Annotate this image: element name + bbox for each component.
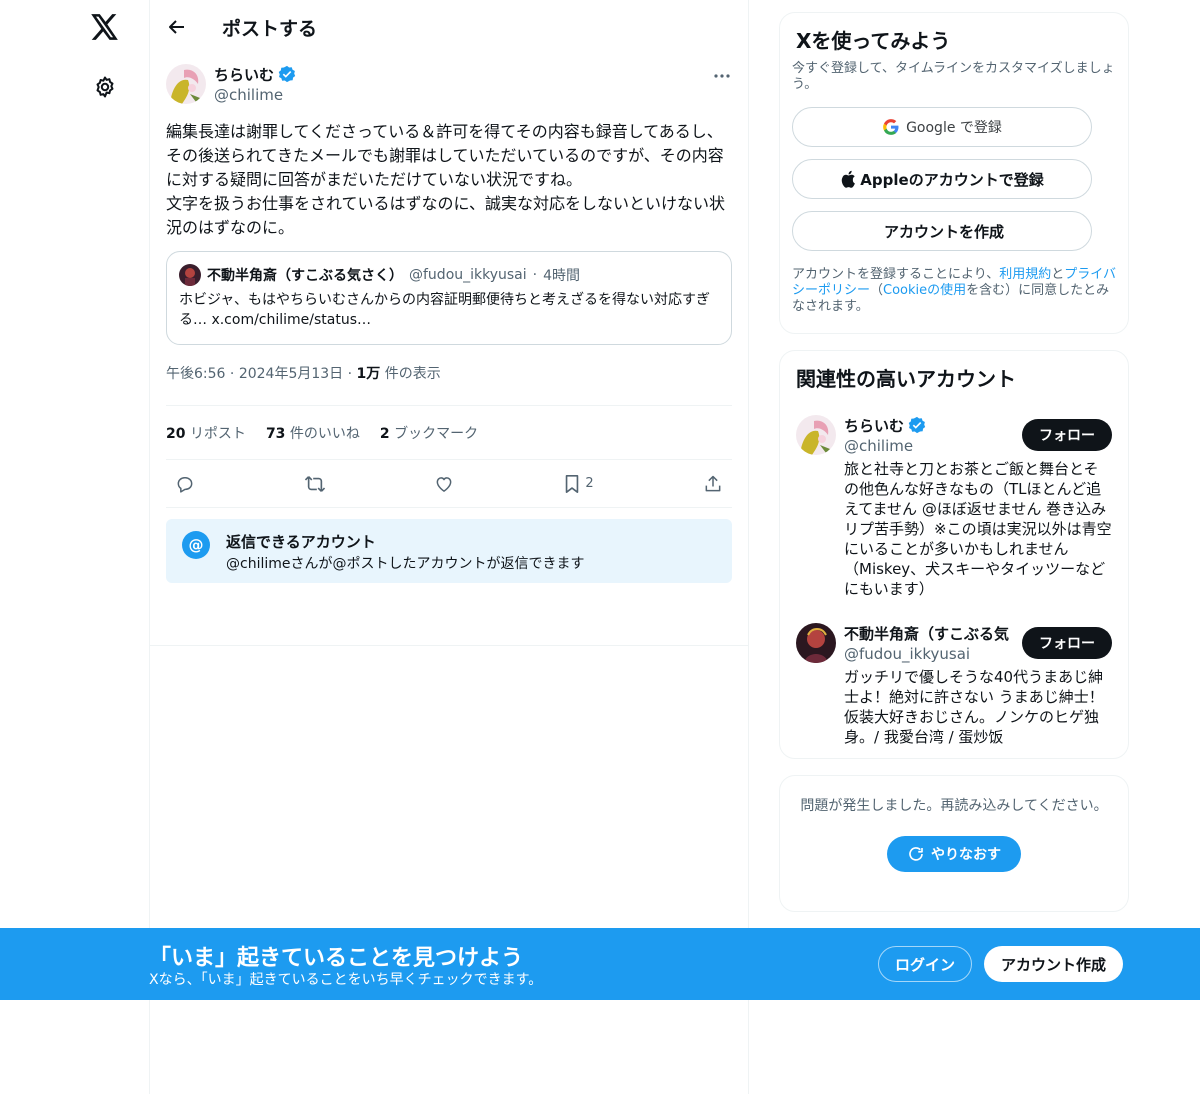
account-bio: ガッチリで優しそうな40代うまあじ紳士よ！絶対に許さない うまあじ紳士！仮装大好… [844, 668, 1104, 746]
post-meta: 午後6:56 · 2024年5月13日 · 1万 件の表示 [166, 363, 732, 385]
account-name[interactable]: 不動半角斎（すこぶる気 [844, 623, 1009, 643]
bookmarks-stat[interactable]: 2 ブックマーク [380, 423, 478, 443]
legal-paren: （ [870, 283, 884, 298]
author-handle[interactable]: @chilime [214, 84, 296, 106]
apple-logo-icon [840, 170, 856, 188]
at-sign-icon: @ [182, 531, 210, 559]
bottom-signup-bar: 「いま」起きていることを見つけよう Xなら、「いま」起きていることをいち早くチェ… [0, 928, 1200, 1000]
signup-subtitle: 今すぐ登録して、タイムラインをカスタマイズしましょう。 [792, 61, 1115, 92]
arrow-left-icon[interactable] [166, 16, 188, 38]
separator-dot: · [532, 267, 538, 283]
login-button[interactable]: ログイン [878, 946, 972, 982]
views-label: 件の表示 [384, 366, 441, 382]
account-item[interactable]: ちらいむ @chilime 旅と社寺と刀とお茶とご飯と舞台とその他色んな好きなも… [796, 415, 1112, 599]
avatar[interactable] [166, 64, 206, 104]
retry-button[interactable]: やりなおす [887, 836, 1021, 872]
bookmarks-count: 2 [379, 425, 390, 442]
gear-icon[interactable] [90, 72, 120, 102]
reposts-stat[interactable]: 20 リポスト [166, 423, 246, 443]
create-account-button[interactable]: アカウントを作成 [792, 211, 1092, 251]
retry-label: やりなおす [931, 847, 1001, 863]
reply-restriction-title: 返信できるアカウント [226, 533, 376, 551]
related-accounts-card: 関連性の高いアカウント ちらいむ @chilime 旅と社寺と刀とお茶とご飯と舞… [779, 350, 1129, 759]
bookmark-count: 2 [585, 476, 594, 491]
signup-button[interactable]: アカウント作成 [984, 946, 1123, 982]
more-options-icon[interactable] [712, 66, 732, 86]
cookie-link[interactable]: Cookieの使用 [883, 283, 966, 298]
follow-button[interactable]: フォロー [1022, 627, 1112, 659]
share-icon[interactable] [698, 469, 728, 499]
page-header: ポストする [150, 0, 748, 54]
separator-dot: · [229, 366, 239, 382]
avatar[interactable] [796, 415, 836, 455]
bottom-bar-subtitle: Xなら、「いま」起きていることをいち早くチェックできます。 [149, 972, 543, 988]
quote-text: ホビジャ、もはやちらいむさんからの内容証明郵便待ちと考えざるを得ない対応すぎる…… [179, 292, 711, 328]
post-text: 編集長達は謝罪してくださっている＆許可を得てその内容も録音してあるし、その後送ら… [166, 122, 726, 237]
author-name[interactable]: ちらいむ [214, 64, 274, 85]
repost-icon[interactable] [300, 469, 330, 499]
like-icon[interactable] [429, 469, 459, 499]
post: ちらいむ @chilime 編集長達は謝罪してくださっている＆許可を得てその内容… [150, 54, 748, 646]
quote-tweet[interactable]: 不動半角斎（すこぶる気さく） @fudou_ikkyusai · 4時間 ホビジ… [166, 251, 732, 345]
post-date[interactable]: 2024年5月13日 [239, 366, 343, 382]
legal-prefix: アカウントを登録することにより、 [792, 267, 1000, 282]
refresh-icon [907, 845, 925, 863]
account-name[interactable]: ちらいむ [844, 415, 904, 435]
account-item[interactable]: 不動半角斎（すこぶる気 @fudou_ikkyusai ガッチリで優しそうな40… [796, 623, 1112, 747]
quote-time: 4時間 [543, 268, 581, 284]
quote-author-name: 不動半角斎（すこぶる気さく） [207, 268, 403, 284]
post-time[interactable]: 午後6:56 [166, 366, 225, 382]
avatar[interactable] [796, 623, 836, 663]
likes-label: 件のいいね [289, 425, 360, 442]
bookmarks-label: ブックマーク [394, 425, 479, 442]
bookmark-button[interactable]: 2 [559, 469, 599, 499]
separator-dot: · [347, 366, 357, 382]
likes-stat[interactable]: 73 件のいいね [266, 423, 360, 443]
quote-author-handle: @fudou_ikkyusai [409, 267, 527, 283]
verified-badge-icon [278, 65, 296, 83]
google-brand: Google [906, 120, 956, 136]
post-stats: 20 リポスト 73 件のいいね 2 ブックマーク [166, 405, 732, 460]
reposts-count: 20 [166, 425, 186, 442]
right-sidebar: Xを使ってみよう 今すぐ登録して、タイムラインをカスタマイズしましょう。 Goo… [779, 12, 1129, 912]
signup-card: Xを使ってみよう 今すぐ登録して、タイムラインをカスタマイズしましょう。 Goo… [779, 12, 1129, 334]
error-message: 問題が発生しました。再読み込みしてください。 [800, 798, 1108, 814]
reply-icon[interactable] [170, 469, 200, 499]
google-signup-button[interactable]: Google で登録 [792, 107, 1092, 147]
bottom-bar-title: 「いま」起きていることを見つけよう [149, 946, 524, 971]
likes-count: 73 [265, 425, 286, 442]
verified-badge-icon [908, 416, 926, 434]
post-author: ちらいむ @chilime [166, 64, 732, 106]
follow-button[interactable]: フォロー [1022, 419, 1112, 451]
create-account-label: アカウントを作成 [883, 222, 1004, 241]
account-bio: 旅と社寺と刀とお茶とご飯と舞台とその他色んな好きなもの（TLほとんど追えてません… [844, 460, 1112, 598]
google-signup-suffix: で登録 [959, 120, 1002, 136]
bookmark-icon [563, 474, 581, 494]
signup-title: Xを使ってみよう [796, 29, 951, 53]
terms-link[interactable]: 利用規約 [999, 267, 1051, 282]
apple-signup-button[interactable]: Appleのアカウントで登録 [792, 159, 1092, 199]
error-card: 問題が発生しました。再読み込みしてください。 やりなおす [779, 775, 1129, 912]
apple-signup-label: Appleのアカウントで登録 [860, 170, 1044, 189]
related-accounts-title: 関連性の高いアカウント [796, 367, 1016, 391]
google-signup-label: Google で登録 [906, 117, 1002, 137]
x-logo-icon[interactable] [88, 10, 122, 44]
reply-restriction-text: @chilimeさんが@ポストしたアカウントが返信できます [226, 556, 585, 572]
views-count: 1万 [356, 366, 381, 382]
reposts-label: リポスト [189, 425, 246, 442]
google-logo-icon [882, 118, 900, 136]
legal-text: アカウントを登録することにより、利用規約とプライバシーポリシー（Cookieの使… [792, 267, 1116, 315]
avatar [179, 264, 201, 286]
legal-and: と [1051, 267, 1065, 282]
reply-restriction-notice: @ 返信できるアカウント @chilimeさんが@ポストしたアカウントが返信でき… [166, 519, 732, 583]
page-title: ポストする [222, 17, 318, 40]
post-actions: 2 [166, 460, 732, 508]
